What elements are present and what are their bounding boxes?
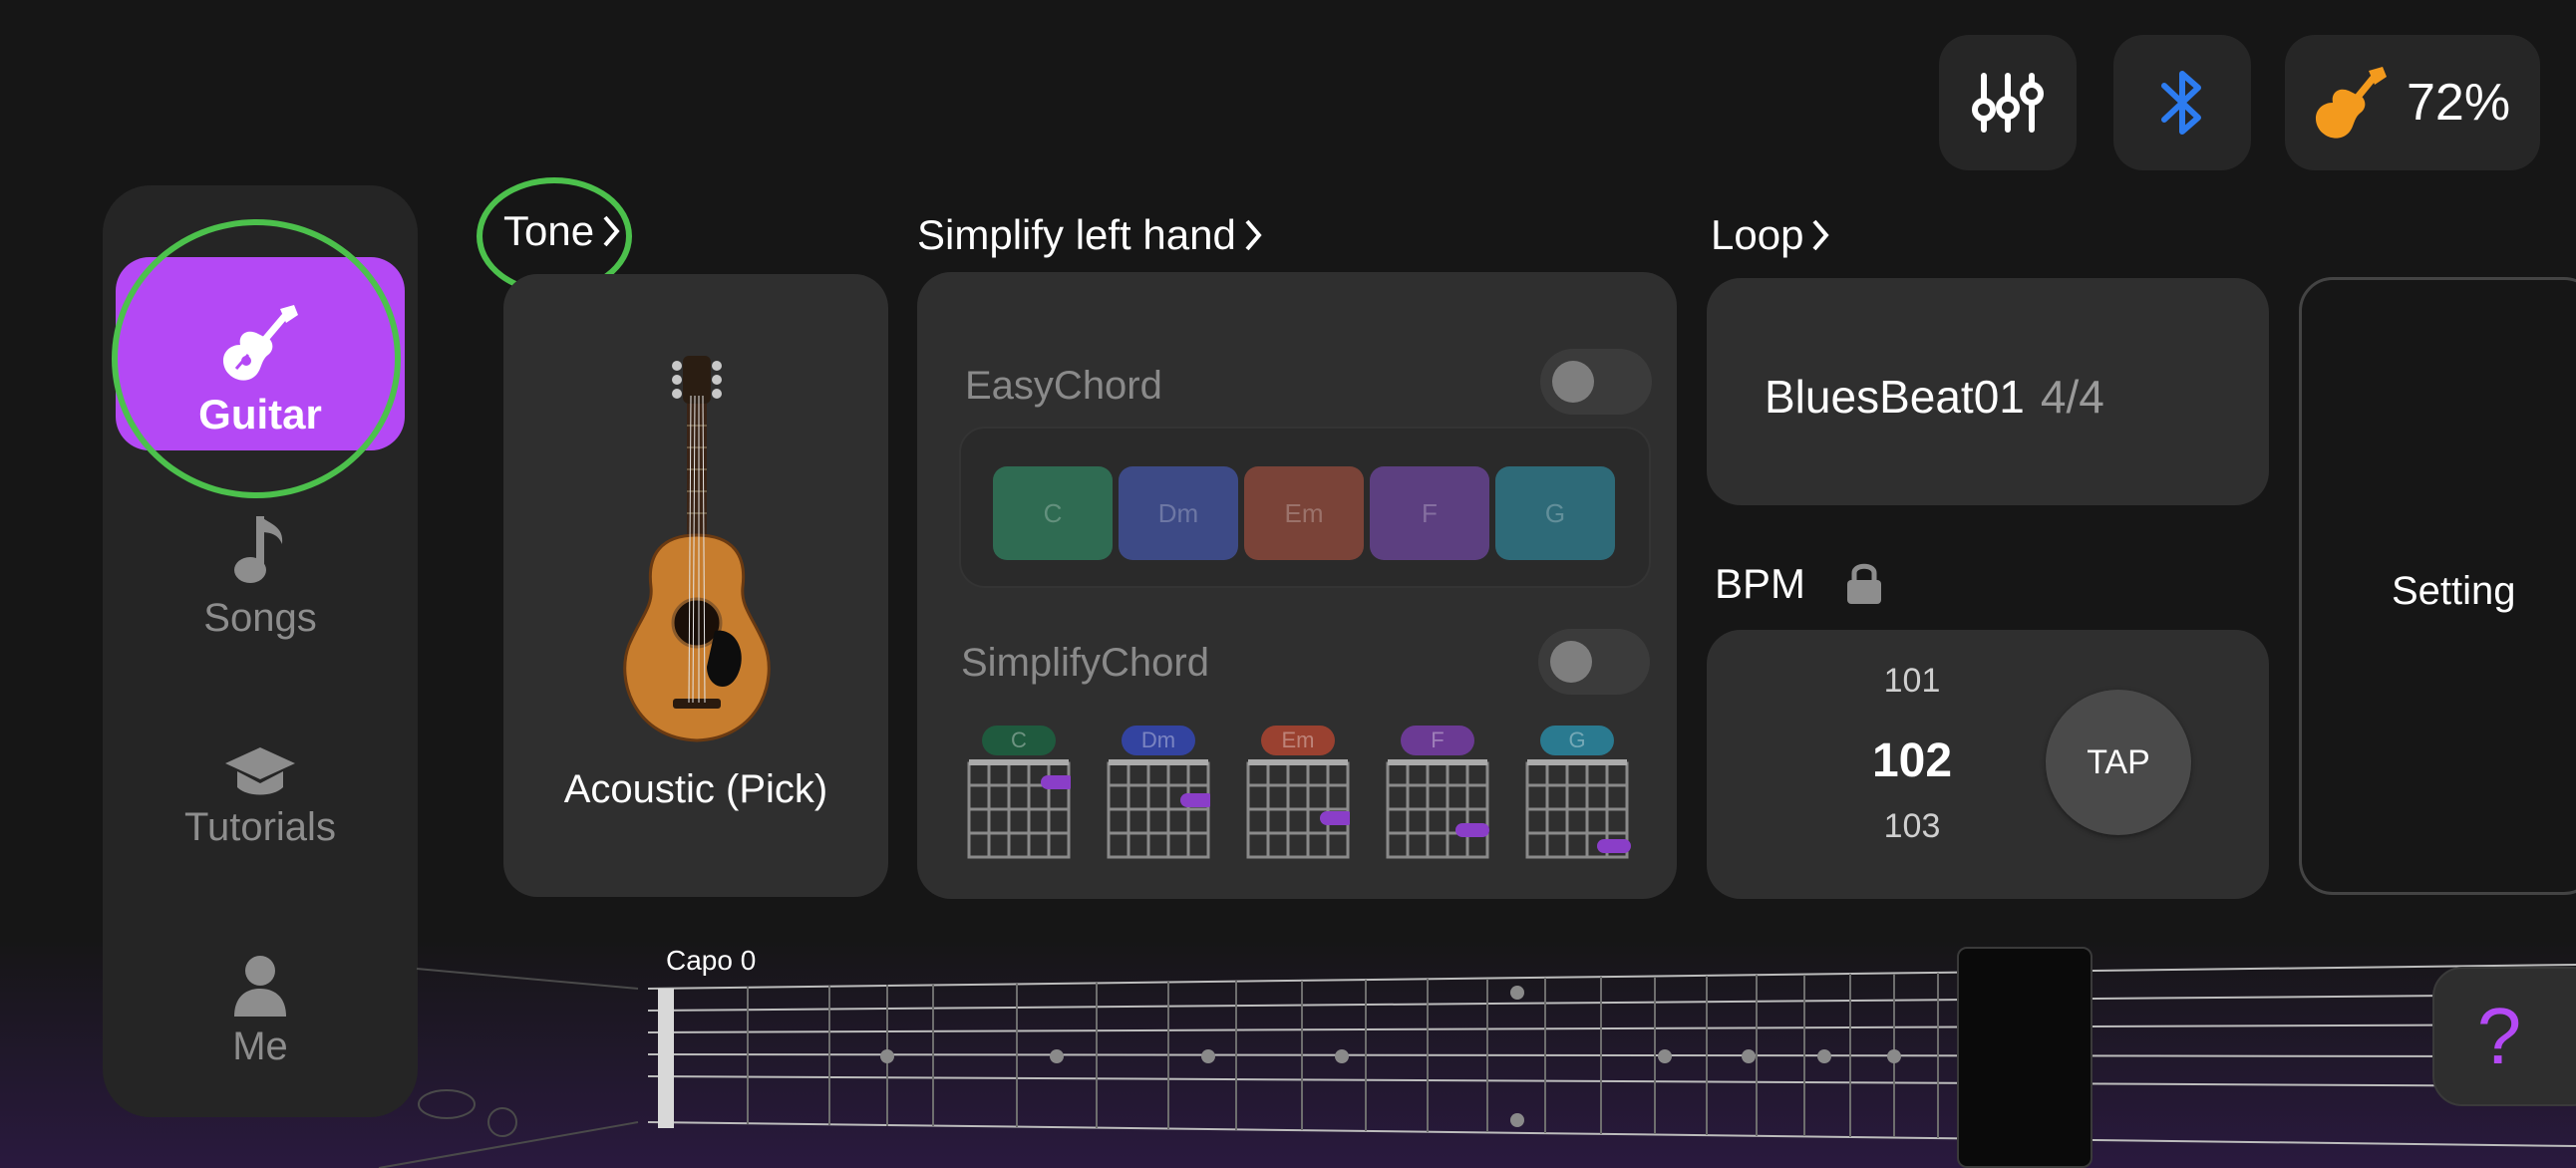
device-battery-button[interactable]: 72% <box>2285 35 2540 170</box>
sidebar-item-label: Songs <box>203 596 317 640</box>
chord-tag: Em <box>1261 726 1335 755</box>
bpm-label: BPM <box>1715 560 1806 607</box>
tone-title: Tone <box>503 207 595 254</box>
bpm-header: BPM <box>1715 560 1805 608</box>
easychord-toggle[interactable] <box>1540 349 1652 415</box>
guitar-battery-icon <box>2315 67 2387 139</box>
bluetooth-button[interactable] <box>2113 35 2251 170</box>
chord-pad-em[interactable]: Em <box>1244 466 1364 560</box>
simplify-card: EasyChord C Dm Em F G SimplifyChord C Dm… <box>917 272 1677 899</box>
chevron-right-icon <box>1812 219 1830 251</box>
loop-header[interactable]: Loop <box>1711 211 1830 259</box>
sidebar-item-label: Tutorials <box>184 805 336 849</box>
bpm-card: 101 102 103 TAP <box>1707 630 2269 899</box>
chord-pad-c[interactable]: C <box>993 466 1113 560</box>
loop-name: BluesBeat01 <box>1765 371 2025 423</box>
easychord-label: EasyChord <box>965 364 1162 408</box>
tone-card[interactable]: Acoustic (Pick) <box>503 274 888 897</box>
music-note-icon <box>234 516 283 583</box>
chord-diagram-g: G <box>1525 726 1631 864</box>
chevron-right-icon <box>1245 219 1262 251</box>
chord-grid <box>1107 759 1214 859</box>
fret-position-slider[interactable] <box>1957 947 2093 1168</box>
easychord-strip: C Dm Em F G <box>959 427 1651 588</box>
loop-name-row: BluesBeat01 4/4 <box>1765 370 2104 424</box>
chord-grid <box>1246 759 1354 859</box>
chord-grid <box>1386 759 1489 859</box>
chord-diagram-f: F <box>1386 726 1489 864</box>
sidebar-item-songs[interactable]: Songs <box>103 510 418 641</box>
tone-name: Acoustic (Pick) <box>563 767 828 811</box>
sidebar-item-label: Guitar <box>198 391 322 438</box>
bpm-current[interactable]: 102 <box>1806 733 2018 788</box>
bpm-next[interactable]: 103 <box>1806 807 2018 846</box>
bpm-prev[interactable]: 101 <box>1806 662 2018 701</box>
chord-diagram-c: C <box>967 726 1075 864</box>
loop-time-signature: 4/4 <box>2040 371 2104 423</box>
chord-pad-dm[interactable]: Dm <box>1119 466 1238 560</box>
tap-button[interactable]: TAP <box>2046 690 2191 835</box>
lock-icon[interactable] <box>1844 560 1884 606</box>
battery-percent: 72% <box>2407 74 2511 132</box>
help-button[interactable]: ? <box>2432 967 2576 1106</box>
electric-guitar-icon <box>222 305 298 381</box>
simplifychord-toggle[interactable] <box>1538 629 1650 695</box>
loop-card[interactable]: BluesBeat01 4/4 <box>1707 278 2269 505</box>
simplifychord-label: SimplifyChord <box>961 641 1209 685</box>
bluetooth-icon <box>2161 71 2201 135</box>
chord-pad-f[interactable]: F <box>1370 466 1489 560</box>
chord-diagram-em: Em <box>1246 726 1354 864</box>
tone-header[interactable]: Tone <box>503 207 620 255</box>
simplify-header[interactable]: Simplify left hand <box>917 211 1262 259</box>
setting-label: Setting <box>2392 569 2516 613</box>
chord-tag: C <box>982 726 1056 755</box>
chord-tag: G <box>1540 726 1614 755</box>
chord-tag: Dm <box>1122 726 1195 755</box>
fretboard[interactable] <box>0 937 2576 1168</box>
chord-grid <box>1525 759 1631 859</box>
chord-grid <box>967 759 1075 859</box>
acoustic-guitar-image <box>623 356 771 742</box>
sidebar-item-guitar[interactable]: Guitar <box>116 257 405 450</box>
sidebar-item-tutorials[interactable]: Tutorials <box>103 743 418 850</box>
chord-diagram-dm: Dm <box>1107 726 1214 864</box>
simplify-title: Simplify left hand <box>917 211 1236 258</box>
mixer-button[interactable] <box>1939 35 2077 170</box>
chevron-right-icon <box>603 215 620 247</box>
graduation-cap-icon <box>225 747 295 795</box>
sliders-icon <box>1972 73 2044 133</box>
loop-title: Loop <box>1711 211 1804 258</box>
chord-tag: F <box>1401 726 1474 755</box>
chord-pad-g[interactable]: G <box>1495 466 1615 560</box>
setting-card[interactable]: Setting <box>2299 277 2576 895</box>
